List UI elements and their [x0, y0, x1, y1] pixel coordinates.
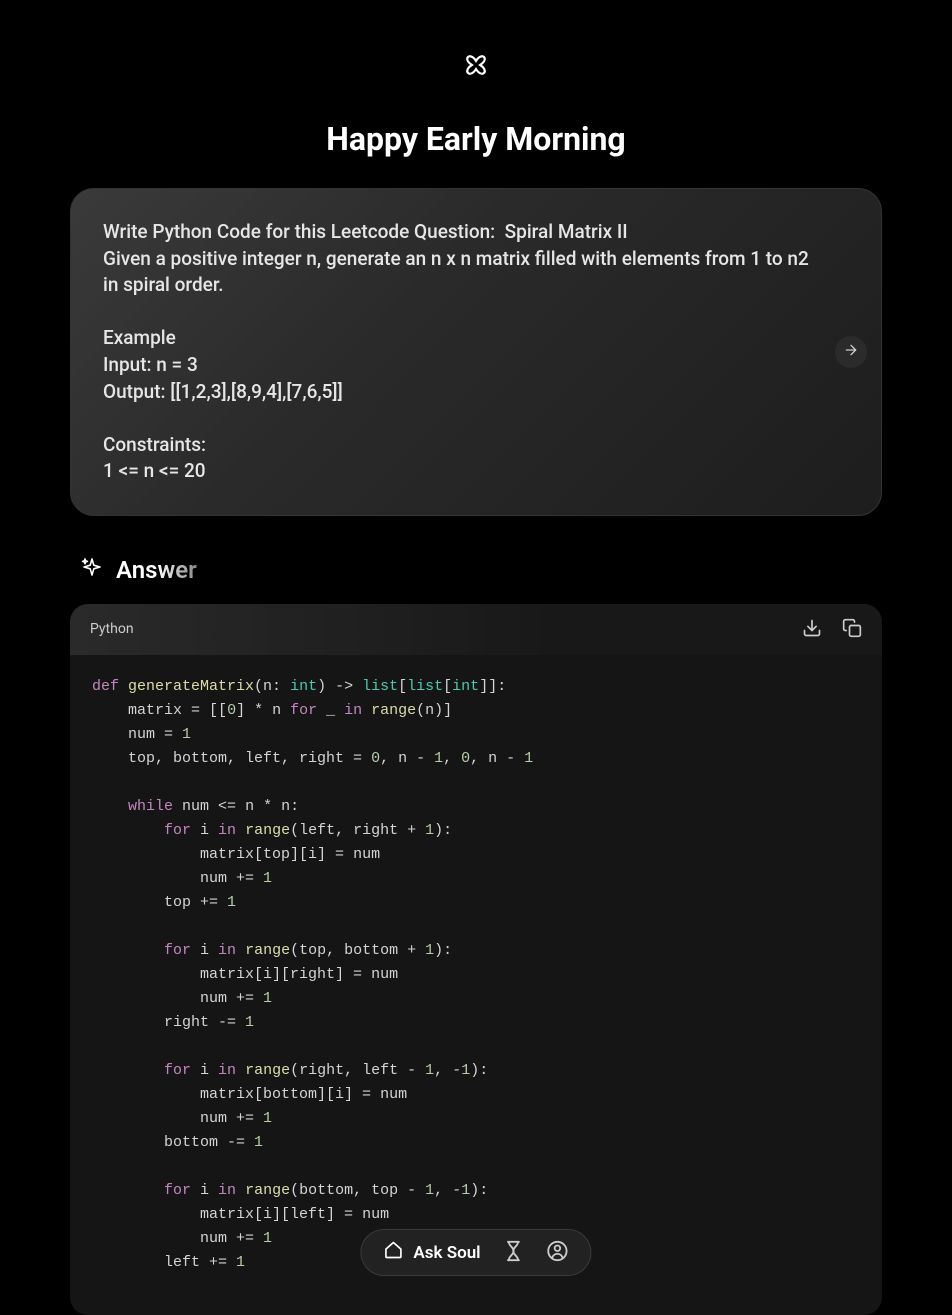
hourglass-icon [503, 1240, 525, 1265]
header: Happy Early Morning [0, 0, 952, 188]
bottom-bar: Ask Soul [360, 1229, 591, 1276]
answer-title: Answer [116, 556, 197, 584]
answer-header: Answer [80, 556, 882, 584]
sparkles-icon [80, 556, 104, 584]
prompt-text[interactable]: Write Python Code for this Leetcode Ques… [103, 219, 821, 485]
history-button[interactable] [503, 1240, 525, 1265]
download-icon [802, 618, 822, 641]
copy-button[interactable] [842, 618, 862, 641]
code-header: Python [70, 604, 882, 655]
code-block[interactable]: def generateMatrix(n: int) -> list[list[… [70, 655, 882, 1315]
prompt-card: Write Python Code for this Leetcode Ques… [70, 188, 882, 516]
submit-button[interactable] [835, 336, 867, 368]
home-icon [383, 1240, 403, 1265]
user-icon [547, 1240, 569, 1265]
code-language-label: Python [90, 621, 134, 637]
copy-icon [842, 618, 862, 641]
greeting-title: Happy Early Morning [326, 120, 625, 158]
arrow-right-icon [843, 342, 859, 361]
code-card: Python def generateMatrix(n: int) -> lis… [70, 604, 882, 1315]
profile-button[interactable] [547, 1240, 569, 1265]
app-logo-icon [451, 40, 501, 90]
download-button[interactable] [802, 618, 822, 641]
ask-soul-button[interactable]: Ask Soul [383, 1240, 480, 1265]
ask-soul-label: Ask Soul [413, 1243, 480, 1263]
